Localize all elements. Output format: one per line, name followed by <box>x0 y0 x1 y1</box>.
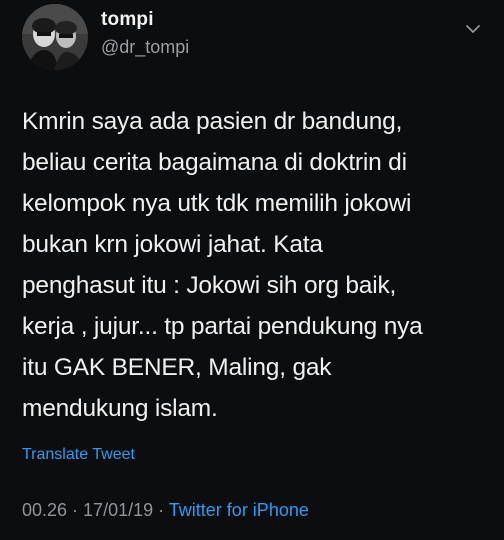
tweet-source-link[interactable]: Twitter for iPhone <box>169 500 309 520</box>
avatar[interactable] <box>22 4 88 70</box>
chevron-down-icon[interactable] <box>462 18 484 40</box>
translate-tweet-link[interactable]: Translate Tweet <box>22 446 135 464</box>
meta-separator: · <box>153 500 169 520</box>
tweet-card: tompi @dr_tompi Kmrin saya ada pasien dr… <box>0 0 504 540</box>
tweet-meta: 00.26 · 17/01/19 · Twitter for iPhone <box>22 500 309 521</box>
user-handle[interactable]: @dr_tompi <box>101 37 189 58</box>
meta-separator: · <box>67 500 84 520</box>
tweet-date[interactable]: 17/01/19 <box>83 500 153 520</box>
tweet-text: Kmrin saya ada pasien dr bandung, beliau… <box>22 108 423 422</box>
display-name[interactable]: tompi <box>101 9 154 31</box>
avatar-image <box>22 4 88 70</box>
tweet-time[interactable]: 00.26 <box>22 500 67 520</box>
